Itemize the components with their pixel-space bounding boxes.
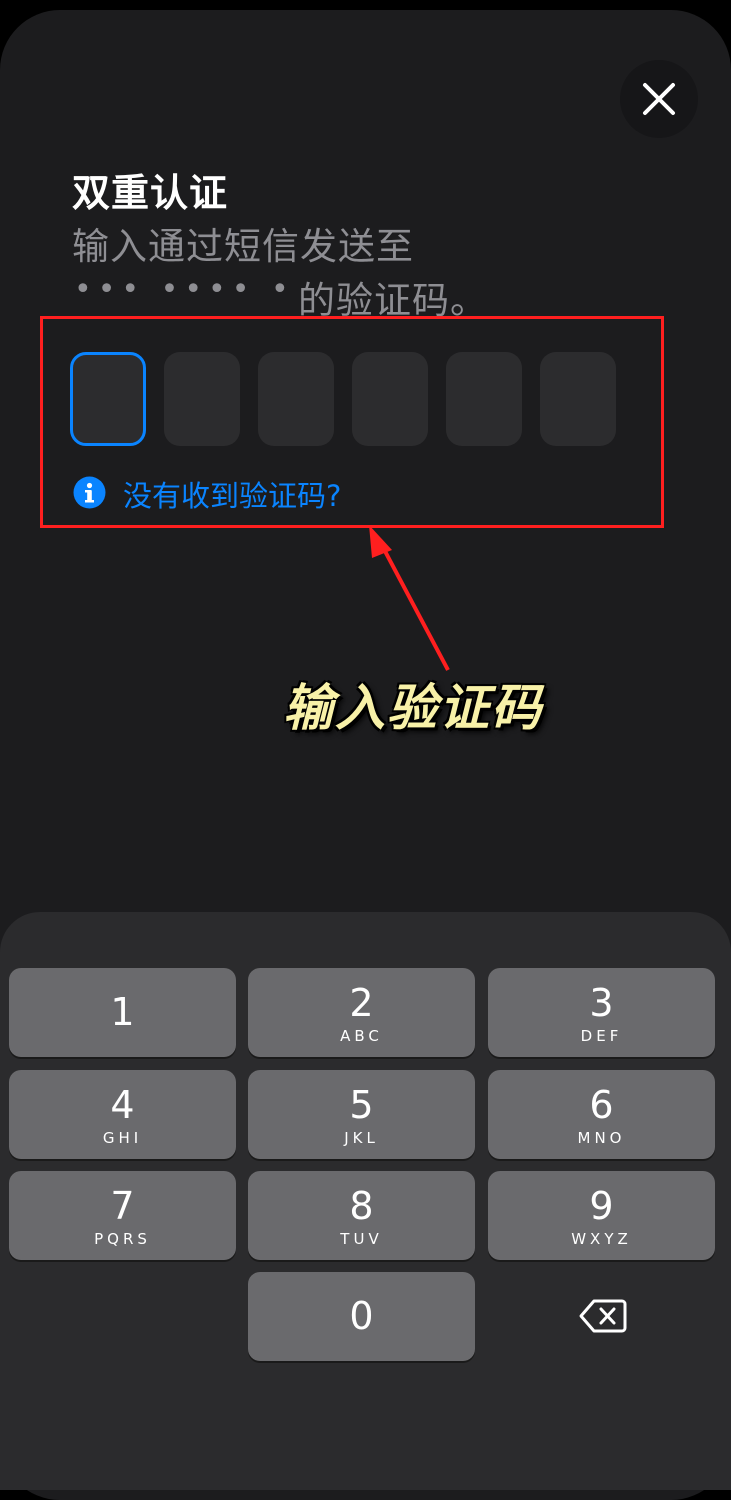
key-letters: JKL bbox=[344, 1129, 379, 1147]
key-letters: MNO bbox=[577, 1129, 626, 1147]
key-7[interactable]: 7 PQRS bbox=[9, 1171, 236, 1260]
key-3[interactable]: 3 DEF bbox=[488, 968, 715, 1057]
key-digit: 5 bbox=[349, 1083, 374, 1127]
key-letters: TUV bbox=[340, 1230, 383, 1248]
annotation-callout: 输入验证码 bbox=[283, 679, 543, 737]
key-letters: GHI bbox=[102, 1129, 143, 1147]
key-digit: 0 bbox=[349, 1294, 374, 1338]
key-6[interactable]: 6 MNO bbox=[488, 1070, 715, 1159]
key-digit: 2 bbox=[349, 981, 374, 1025]
key-5[interactable]: 5 JKL bbox=[248, 1070, 475, 1159]
key-1[interactable]: 1 bbox=[9, 968, 236, 1057]
key-digit: 9 bbox=[589, 1184, 614, 1228]
key-letters: DEF bbox=[580, 1027, 623, 1045]
key-2[interactable]: 2 ABC bbox=[248, 968, 475, 1057]
key-digit: 6 bbox=[589, 1083, 614, 1127]
key-digit: 1 bbox=[110, 990, 135, 1034]
key-digit: 8 bbox=[349, 1184, 374, 1228]
key-8[interactable]: 8 TUV bbox=[248, 1171, 475, 1260]
key-digit: 7 bbox=[110, 1184, 135, 1228]
delete-backward-icon bbox=[579, 1299, 627, 1333]
key-letters: ABC bbox=[340, 1027, 383, 1045]
key-letters: PQRS bbox=[94, 1230, 151, 1248]
key-digit: 3 bbox=[589, 981, 614, 1025]
numeric-keypad: 1 2 ABC 3 DEF 4 GHI 5 JKL 6 MNO 7 PQRS 8… bbox=[0, 912, 731, 1490]
key-9[interactable]: 9 WXYZ bbox=[488, 1171, 715, 1260]
key-digit: 4 bbox=[110, 1083, 135, 1127]
delete-button[interactable] bbox=[563, 1288, 643, 1344]
key-4[interactable]: 4 GHI bbox=[9, 1070, 236, 1159]
key-0[interactable]: 0 bbox=[248, 1272, 475, 1361]
key-letters: WXYZ bbox=[571, 1230, 632, 1248]
